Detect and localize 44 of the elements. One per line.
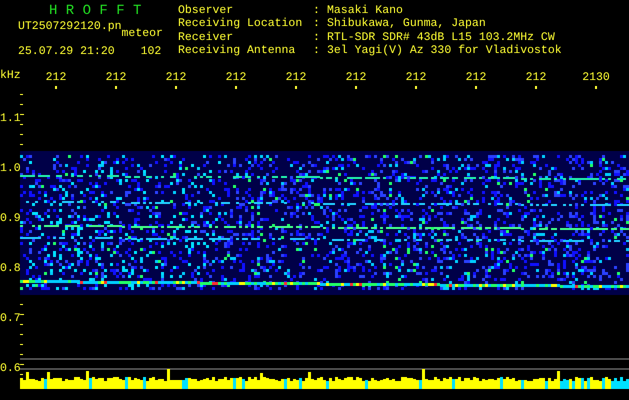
x-tick-label: 212 (526, 72, 546, 84)
file-name: UT2507292120.pn (18, 21, 122, 33)
y-tick-label: 1.1 (0, 113, 20, 127)
separator: : (313, 5, 321, 18)
tick-mark-icon (355, 86, 357, 89)
tick-mark-icon (175, 86, 177, 89)
info-label: Receiving Antenna (178, 44, 296, 58)
info-label: Receiver (178, 32, 234, 44)
axis-unit: kHz (0, 70, 20, 82)
separator: : (313, 18, 321, 32)
tick-mark-icon (295, 86, 297, 89)
y-tick-label: 0.9 (0, 213, 20, 227)
tick-mark-icon (475, 86, 477, 89)
separator: : (313, 44, 321, 58)
event-tag: meteor (122, 28, 163, 40)
count-value: 102 (140, 46, 162, 58)
x-tick-label: 212 (466, 72, 486, 84)
tick-mark-icon (55, 86, 57, 89)
x-tick-label: 212 (346, 72, 366, 84)
app-title: H R O F F T (48, 4, 142, 18)
x-tick-label: 212 (106, 72, 126, 84)
y-tick-label: 0.7 (0, 313, 20, 327)
info-value: 3el Yagi(V) Az 330 for Vladivostok (327, 44, 562, 58)
tick-mark-icon (235, 86, 237, 89)
info-value: RTL-SDR SDR# 43dB L15 103.2MHz CW (327, 32, 556, 44)
y-tick-label: 0.6 (0, 363, 20, 377)
info-label: Observer (178, 5, 234, 18)
tick-mark-icon (115, 86, 117, 89)
info-value: Masaki Kano (327, 5, 404, 18)
date-time: 25.07.29 21:20 (18, 46, 115, 58)
y-tick-label: 1.0 (0, 163, 20, 177)
x-tick-label: 2130 (582, 72, 610, 84)
tick-mark-icon (595, 86, 597, 89)
x-tick-label: 212 (406, 72, 426, 84)
info-label: Receiving Location (178, 18, 304, 32)
tick-mark-icon (415, 86, 417, 89)
x-tick-label: 212 (166, 72, 186, 84)
separator: : (313, 32, 321, 45)
tick-mark-icon (535, 86, 537, 89)
y-tick-label: 0.8 (0, 263, 20, 277)
x-tick-label: 212 (46, 72, 66, 84)
x-tick-label: 212 (286, 72, 306, 84)
info-value: Shibukawa, Gunma, Japan (327, 18, 487, 32)
x-tick-label: 212 (226, 72, 246, 84)
